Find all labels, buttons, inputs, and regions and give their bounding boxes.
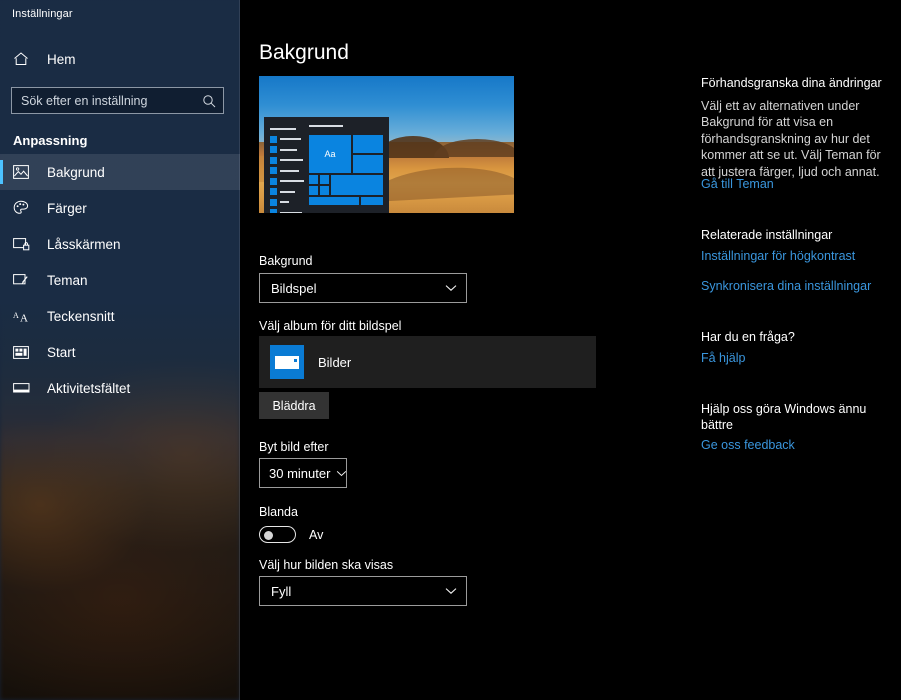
- sidebar-nav-list: Bakgrund Färger Låsskärmen Teman A A Tec…: [0, 154, 240, 406]
- question-section-heading: Har du en fråga?: [701, 330, 795, 344]
- preview-tile: [309, 197, 359, 205]
- font-icon: A A: [13, 309, 37, 323]
- sidebar-item-lasskarmen-label: Låsskärmen: [47, 236, 121, 252]
- svg-text:A: A: [20, 312, 28, 323]
- preview-tile: [361, 197, 383, 205]
- wallpaper-preview: Aa: [259, 76, 514, 213]
- preview-tiles-heading: [309, 125, 343, 127]
- shuffle-toggle-knob: [264, 531, 273, 540]
- preview-section-body: Välj ett av alternativen under Bakgrund …: [701, 99, 881, 179]
- sidebar-item-teckensnitt[interactable]: A A Teckensnitt: [0, 298, 240, 334]
- shuffle-toggle-state: Av: [309, 527, 324, 542]
- related-section-heading: Relaterade inställningar: [701, 228, 833, 242]
- preview-tile: [353, 135, 383, 153]
- background-dropdown-value: Bildspel: [271, 280, 317, 296]
- interval-field-label: Byt bild efter: [259, 440, 329, 454]
- sidebar-item-bakgrund-label: Bakgrund: [47, 164, 105, 180]
- shuffle-toggle-track[interactable]: [259, 526, 296, 543]
- sidebar: Inställningar Hem Sök efter en inställni…: [0, 0, 240, 700]
- fit-field-label: Välj hur bilden ska visas: [259, 558, 394, 572]
- interval-dropdown[interactable]: 30 minuter: [259, 458, 347, 488]
- lock-screen-icon: [13, 237, 37, 251]
- picture-icon: [13, 165, 37, 179]
- go-to-themes-link[interactable]: Gå till Teman: [701, 177, 774, 191]
- home-icon: [13, 51, 39, 67]
- sidebar-item-farger[interactable]: Färger: [0, 190, 240, 226]
- preview-tile-aa-label: Aa: [324, 149, 336, 159]
- preview-tile: [331, 175, 383, 195]
- theme-brush-icon: [13, 273, 37, 288]
- settings-window: Inställningar Hem Sök efter en inställni…: [0, 0, 901, 700]
- preview-tile: [320, 186, 329, 195]
- preview-tile: [320, 175, 329, 184]
- preview-section-heading: Förhandsgranska dina ändringar: [701, 76, 882, 90]
- sidebar-group-label: Anpassning: [13, 133, 88, 148]
- browse-button-label: Bläddra: [272, 398, 316, 413]
- sync-settings-link[interactable]: Synkronisera dina inställningar: [701, 279, 871, 293]
- search-box[interactable]: [11, 87, 224, 114]
- window-title: Inställningar: [12, 8, 73, 20]
- give-feedback-link[interactable]: Ge oss feedback: [701, 438, 795, 452]
- preview-tile: [309, 186, 318, 195]
- title-bar: Inställningar: [0, 0, 240, 28]
- preview-tile-aa: Aa: [309, 135, 351, 173]
- search-icon[interactable]: [202, 94, 216, 108]
- preview-start-rail: [270, 125, 304, 213]
- fit-dropdown-value: Fyll: [271, 583, 292, 599]
- sidebar-item-teman[interactable]: Teman: [0, 262, 240, 298]
- sidebar-item-teckensnitt-label: Teckensnitt: [47, 308, 115, 324]
- chevron-down-icon: [445, 279, 457, 297]
- fit-dropdown[interactable]: Fyll: [259, 576, 467, 606]
- picture-folder-icon: [270, 345, 304, 379]
- preview-start-tiles: Aa: [309, 125, 383, 205]
- sidebar-item-aktivitetsfaltet[interactable]: Aktivitetsfältet: [0, 370, 240, 406]
- preview-tile: [353, 155, 383, 173]
- album-item[interactable]: Bilder: [259, 336, 596, 388]
- interval-dropdown-value: 30 minuter: [269, 465, 331, 481]
- background-field-label: Bakgrund: [259, 254, 313, 268]
- preview-start-menu: Aa: [264, 117, 389, 213]
- page-title: Bakgrund: [259, 41, 349, 64]
- browse-button[interactable]: Bläddra: [259, 392, 329, 419]
- chevron-down-icon: [445, 582, 457, 600]
- sidebar-item-start-label: Start: [47, 344, 76, 360]
- background-dropdown[interactable]: Bildspel: [259, 273, 467, 303]
- svg-text:A: A: [13, 311, 19, 320]
- sidebar-item-teman-label: Teman: [47, 272, 88, 288]
- sidebar-item-start[interactable]: Start: [0, 334, 240, 370]
- palette-icon: [13, 200, 37, 216]
- sidebar-item-farger-label: Färger: [47, 200, 87, 216]
- shuffle-toggle[interactable]: Av: [259, 526, 323, 543]
- sidebar-item-bakgrund[interactable]: Bakgrund: [0, 154, 240, 190]
- album-field-label: Välj album för ditt bildspel: [259, 319, 402, 333]
- sidebar-item-home[interactable]: Hem: [0, 41, 240, 77]
- preview-tile: [309, 175, 318, 184]
- right-panel: Förhandsgranska dina ändringar Välj ett …: [701, 0, 901, 700]
- feedback-section-heading: Hjälp oss göra Windows ännu bättre: [701, 402, 867, 433]
- taskbar-icon: [13, 382, 37, 394]
- search-input[interactable]: [21, 93, 202, 108]
- sidebar-item-aktivitetsfaltet-label: Aktivitetsfältet: [47, 380, 131, 396]
- high-contrast-settings-link[interactable]: Inställningar för högkontrast: [701, 249, 855, 263]
- chevron-down-icon: [336, 464, 347, 482]
- start-grid-icon: [13, 345, 37, 359]
- sidebar-item-home-label: Hem: [47, 51, 76, 67]
- album-name: Bilder: [318, 354, 352, 370]
- sidebar-item-lasskarmen[interactable]: Låsskärmen: [0, 226, 240, 262]
- get-help-link[interactable]: Få hjälp: [701, 351, 745, 365]
- shuffle-field-label: Blanda: [259, 505, 298, 519]
